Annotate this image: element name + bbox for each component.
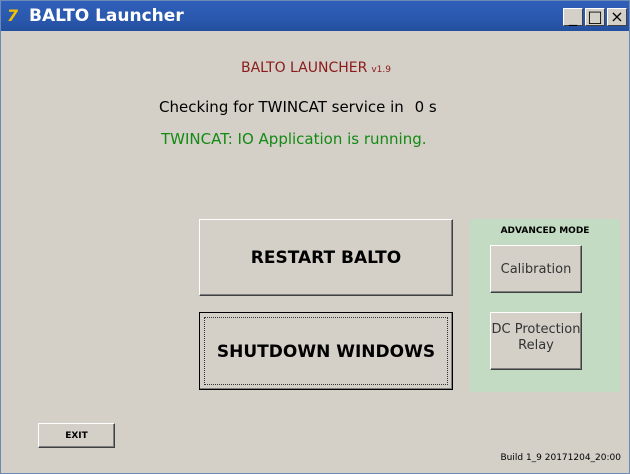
calibration-button[interactable]: Calibration (490, 245, 582, 293)
title-bar[interactable]: 7 BALTO Launcher _ □ × (1, 1, 629, 31)
dc-relay-label-line1: DC Protection (491, 322, 581, 337)
service-check-text: Checking for TWINCAT service in 0 s (159, 98, 437, 116)
build-info: Build 1_9 20171204_20:00 (500, 453, 621, 463)
shutdown-windows-button[interactable]: SHUTDOWN WINDOWS (199, 312, 453, 390)
status-message: TWINCAT: IO Application is running. (161, 130, 427, 148)
balto-logo-icon: 7 (7, 6, 19, 25)
window-title: BALTO Launcher (29, 6, 184, 26)
minimize-button[interactable]: _ (563, 8, 583, 26)
shutdown-label: SHUTDOWN WINDOWS (216, 342, 436, 362)
dc-relay-label-line2: Relay (518, 338, 554, 353)
app-header: BALTO LAUNCHER v1.9 (1, 60, 630, 76)
restart-balto-button[interactable]: RESTART BALTO (199, 219, 453, 296)
advanced-mode-title: ADVANCED MODE (500, 226, 590, 236)
version-label: v1.9 (371, 65, 391, 75)
check-label: Checking for TWINCAT service in (159, 98, 404, 116)
app-window: 7 BALTO Launcher _ □ × BALTO LAUNCHER v1.… (0, 0, 630, 474)
exit-button[interactable]: EXIT (38, 423, 115, 448)
maximize-button[interactable]: □ (585, 8, 605, 26)
dc-protection-relay-button[interactable]: DC Protection Relay (490, 312, 582, 370)
close-button[interactable]: × (607, 8, 627, 26)
countdown-value: 0 s (414, 98, 437, 116)
header-title: BALTO LAUNCHER (240, 60, 368, 76)
